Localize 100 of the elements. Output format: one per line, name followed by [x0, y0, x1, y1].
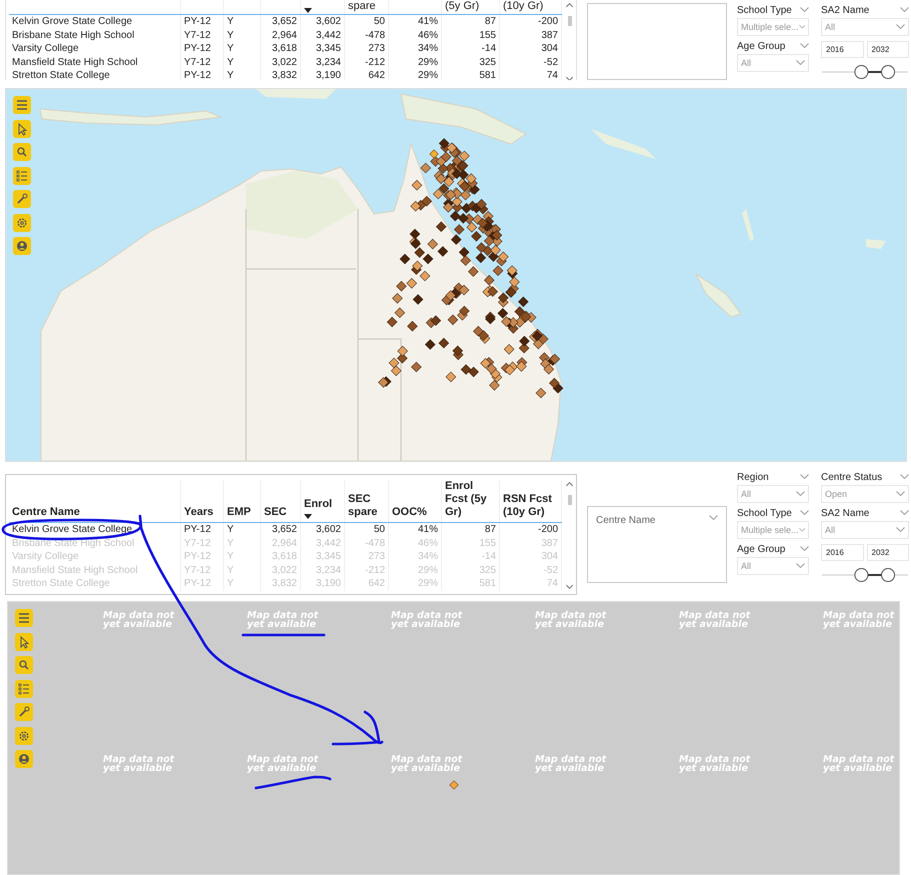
column-header[interactable]: OOC%	[389, 480, 442, 522]
table-cell: Y	[224, 69, 261, 80]
table-cell: 325	[442, 564, 500, 577]
table-cell: 3,442	[301, 536, 345, 550]
slicer-label: Age Group	[737, 544, 786, 554]
table-cell: PY-12	[181, 577, 224, 590]
person-icon[interactable]	[15, 750, 33, 768]
chevron-down-icon	[900, 474, 909, 480]
table-cell: 581	[442, 69, 500, 80]
chevron-down-icon	[896, 491, 905, 497]
settings-icon[interactable]	[15, 726, 33, 744]
table-cell: Mansfield State High School	[9, 56, 181, 69]
chevron-down-icon	[800, 43, 809, 49]
column-header[interactable]: (5y Gr)	[442, 0, 500, 14]
range-start-field[interactable]: 2016	[821, 544, 864, 561]
table-cell: 34%	[389, 42, 442, 56]
table-cell: 74	[500, 577, 562, 590]
table-row[interactable]: Kelvin Grove State College PY-12 Y 3,652 3,602 50 41% 87 -200	[9, 523, 562, 536]
table-cell: Y	[224, 42, 261, 56]
settings-icon[interactable]	[13, 214, 31, 232]
column-header[interactable]: EMP	[224, 480, 261, 522]
column-header-label: (5y Gr)	[445, 0, 480, 13]
table-cell: Brisbane State High School	[9, 28, 181, 42]
slider-thumb[interactable]	[854, 65, 868, 79]
wrench-icon[interactable]	[13, 190, 31, 208]
slicer-label: School Type	[737, 508, 792, 518]
search-icon[interactable]	[13, 143, 31, 161]
column-header[interactable]: Enrol	[301, 480, 345, 522]
column-header[interactable]: SEC	[261, 480, 301, 522]
column-header[interactable]: Enrol Fcst (5y Gr)	[442, 480, 500, 522]
chevron-down-icon	[900, 510, 909, 516]
table-cell: 87	[442, 15, 500, 28]
pointer-icon[interactable]	[15, 632, 33, 650]
table-cell: 29%	[389, 564, 442, 577]
table-cell: PY-12	[181, 42, 224, 56]
table-cell: 387	[500, 536, 562, 550]
table-cell: 642	[345, 577, 389, 590]
table-cell: 387	[500, 28, 562, 42]
range-start-field[interactable]: 2016	[821, 41, 864, 58]
table-cell: 3,652	[261, 523, 301, 536]
table-cell: -200	[500, 523, 562, 536]
table-cell: -200	[500, 15, 562, 28]
table-cell: 581	[442, 577, 500, 590]
pointer-icon[interactable]	[13, 120, 31, 138]
column-header[interactable]: (10y Gr)	[500, 0, 562, 14]
table-cell: 3,345	[301, 42, 345, 56]
table-cell: Kelvin Grove State College	[9, 523, 181, 536]
slider-thumb[interactable]	[881, 65, 896, 79]
table-cell: 3,832	[261, 69, 301, 80]
table-cell: 2,964	[261, 28, 301, 42]
table-cell: -14	[442, 42, 500, 56]
list-slicer[interactable]: Centre Name	[587, 506, 727, 583]
person-icon[interactable]	[13, 237, 31, 255]
column-header[interactable]: Years	[181, 480, 224, 522]
map-marker-icon	[449, 780, 459, 790]
table-cell: 3,234	[301, 564, 345, 577]
table-cell: 29%	[389, 577, 442, 590]
table-cell: 29%	[389, 56, 442, 69]
slicer-label: SA2 Name	[821, 508, 870, 518]
list-icon[interactable]	[13, 166, 31, 184]
list-icon[interactable]	[15, 680, 33, 698]
school-markers-drawing[interactable]	[378, 138, 564, 398]
table-cell: PY-12	[181, 550, 224, 564]
column-header[interactable]: spare	[345, 0, 389, 14]
table-cell: Y7-12	[181, 564, 224, 577]
column-header[interactable]: Centre Name	[9, 480, 181, 522]
slider-thumb[interactable]	[881, 568, 896, 582]
table-cell: Y	[224, 550, 261, 564]
table-cell: 155	[442, 536, 500, 550]
range-end-field[interactable]: 2032	[866, 41, 909, 58]
table-cell: 3,345	[301, 550, 345, 564]
chevron-down-icon	[798, 527, 805, 533]
menu-icon[interactable]	[13, 96, 31, 114]
chevron-down-icon	[796, 60, 805, 66]
table-cell: 2,964	[261, 536, 301, 550]
table-cell: 3,832	[261, 577, 301, 590]
column-header[interactable]: SEC spare	[345, 480, 389, 522]
menu-icon[interactable]	[15, 609, 33, 627]
range-end-field[interactable]: 2032	[866, 544, 909, 561]
table-cell: 304	[500, 550, 562, 564]
column-header-label: Enrol	[304, 498, 332, 511]
table-cell: 87	[442, 523, 500, 536]
chevron-down-icon	[709, 515, 718, 521]
column-header-label: SEC spare	[348, 493, 378, 519]
slicer-label: Age Group	[737, 40, 786, 52]
table-cell: 3,022	[261, 564, 301, 577]
wrench-icon[interactable]	[15, 703, 33, 721]
table-cell: 29%	[389, 69, 442, 80]
scrollbar[interactable]	[566, 481, 574, 590]
table-cell: Y	[224, 564, 261, 577]
slider-thumb[interactable]	[854, 568, 868, 582]
table-cell: Y	[224, 523, 261, 536]
scrollbar[interactable]	[566, 2, 574, 80]
table-cell: Stretton State College	[9, 577, 181, 590]
column-header[interactable]: RSN Fcst (10y Gr)	[500, 480, 562, 522]
table-cell: Y7-12	[181, 56, 224, 69]
column-header-label: spare	[348, 0, 376, 13]
table-cell: 155	[442, 28, 500, 42]
search-icon[interactable]	[15, 656, 33, 674]
chevron-down-icon	[796, 563, 805, 569]
